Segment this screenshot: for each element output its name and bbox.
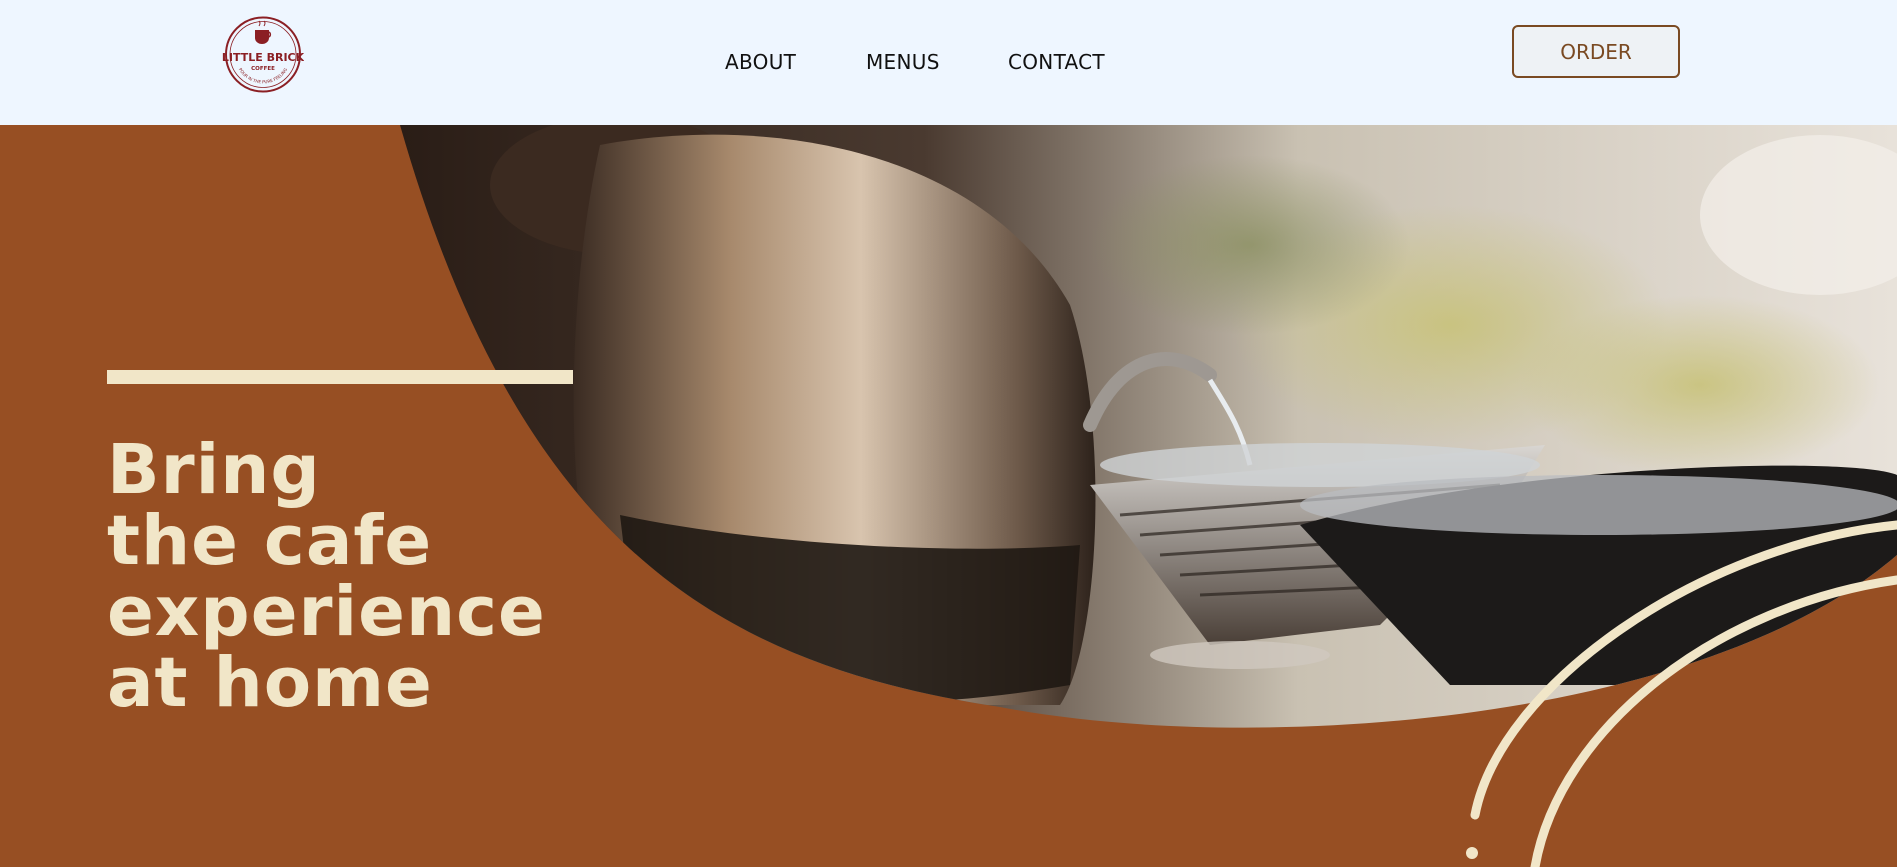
headline-line-2: the cafe bbox=[107, 501, 433, 581]
headline-accent-bar bbox=[107, 370, 573, 384]
hero-headline: Bring the cafe experience at home bbox=[107, 435, 546, 719]
nav-link-contact[interactable]: CONTACT bbox=[1008, 50, 1105, 74]
nav-link-about[interactable]: ABOUT bbox=[725, 50, 796, 74]
headline-line-3: experience bbox=[107, 572, 546, 652]
order-button[interactable]: ORDER bbox=[1512, 25, 1680, 78]
headline-line-1: Bring bbox=[107, 430, 321, 510]
nav-link-menus[interactable]: MENUS bbox=[866, 50, 940, 74]
headline-line-4: at home bbox=[107, 643, 433, 723]
hero-section: Bring the cafe experience at home bbox=[0, 125, 1897, 867]
site-header: LITTLE BRICK COFFEE POUR IN THE PURE FEE… bbox=[0, 0, 1897, 125]
